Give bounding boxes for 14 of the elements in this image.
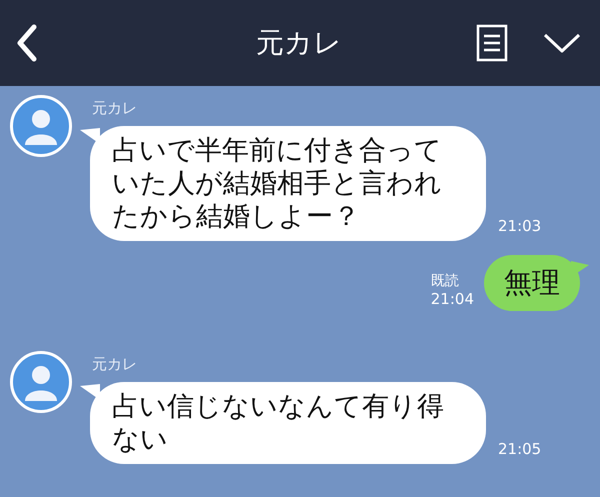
avatar-icon: [10, 351, 72, 413]
message-time: 21:03: [498, 216, 542, 236]
chevron-down-icon[interactable]: [542, 31, 582, 55]
message-time: 21:04: [430, 290, 474, 309]
sender-name: 元カレ: [92, 101, 138, 116]
chat-title: 元カレ: [255, 25, 343, 61]
message-time: 21:05: [498, 438, 542, 460]
message-text: 無理: [504, 265, 560, 301]
notes-icon[interactable]: [476, 24, 508, 62]
read-receipt: 既読: [430, 272, 459, 290]
sender-name: 元カレ: [92, 357, 138, 372]
message-text: 占いで半年前に付き合っていた人が結婚相手と言われたから結婚しよー？: [112, 134, 443, 233]
avatar-icon: [10, 95, 72, 157]
message-text: 占い信じないなんて有り得ない: [112, 390, 445, 456]
